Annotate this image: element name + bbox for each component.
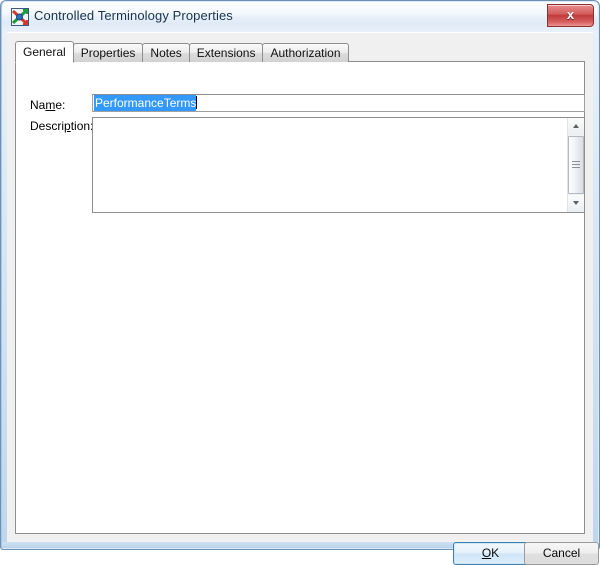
dialog-client-area: General Properties Notes Extensions Auth…	[7, 32, 599, 565]
close-icon: x	[566, 7, 575, 22]
name-label-mnemonic: m	[45, 98, 56, 112]
tab-notes[interactable]: Notes	[142, 43, 190, 62]
scrollbar-grip-icon	[572, 161, 580, 168]
name-label: Name:	[30, 98, 65, 112]
ok-button-mnemonic: O	[481, 546, 492, 560]
tab-strip: General Properties Notes Extensions Auth…	[15, 41, 349, 63]
scroll-up-button[interactable]	[568, 118, 584, 135]
description-textarea[interactable]	[92, 117, 585, 213]
description-scrollbar[interactable]	[567, 118, 584, 212]
text-caret	[196, 96, 198, 109]
dialog-window: Controlled Terminology Properties x Gene…	[0, 0, 600, 565]
scroll-down-arrow-icon	[573, 201, 579, 205]
description-label-pre: Descri	[30, 119, 65, 133]
ok-button-post: K	[491, 546, 500, 560]
app-icon	[11, 8, 29, 26]
cancel-button[interactable]: Cancel	[524, 542, 599, 565]
description-label-post: tion:	[70, 119, 94, 133]
window-title: Controlled Terminology Properties	[34, 8, 233, 23]
name-label-post: e:	[55, 98, 66, 112]
title-bar[interactable]: Controlled Terminology Properties x	[2, 2, 598, 32]
name-input[interactable]: PerformanceTerms	[92, 94, 585, 112]
description-label-mnemonic: p	[64, 119, 71, 133]
tab-properties[interactable]: Properties	[72, 43, 144, 62]
tab-page-general: Name: PerformanceTerms Description:	[15, 61, 585, 534]
tab-extensions[interactable]: Extensions	[188, 43, 264, 62]
scroll-up-arrow-icon	[573, 124, 579, 128]
description-label: Description:	[30, 119, 93, 133]
name-label-pre: Na	[30, 98, 46, 112]
tab-general[interactable]: General	[15, 41, 74, 63]
close-button[interactable]: x	[547, 4, 594, 27]
name-input-value: PerformanceTerms	[94, 95, 197, 111]
scrollbar-thumb[interactable]	[568, 136, 584, 194]
scroll-down-button[interactable]	[568, 195, 584, 212]
description-textarea-value	[95, 119, 566, 211]
ok-button[interactable]: OK	[453, 542, 528, 565]
window-border-right	[593, 32, 598, 548]
tab-authorization[interactable]: Authorization	[262, 43, 349, 62]
